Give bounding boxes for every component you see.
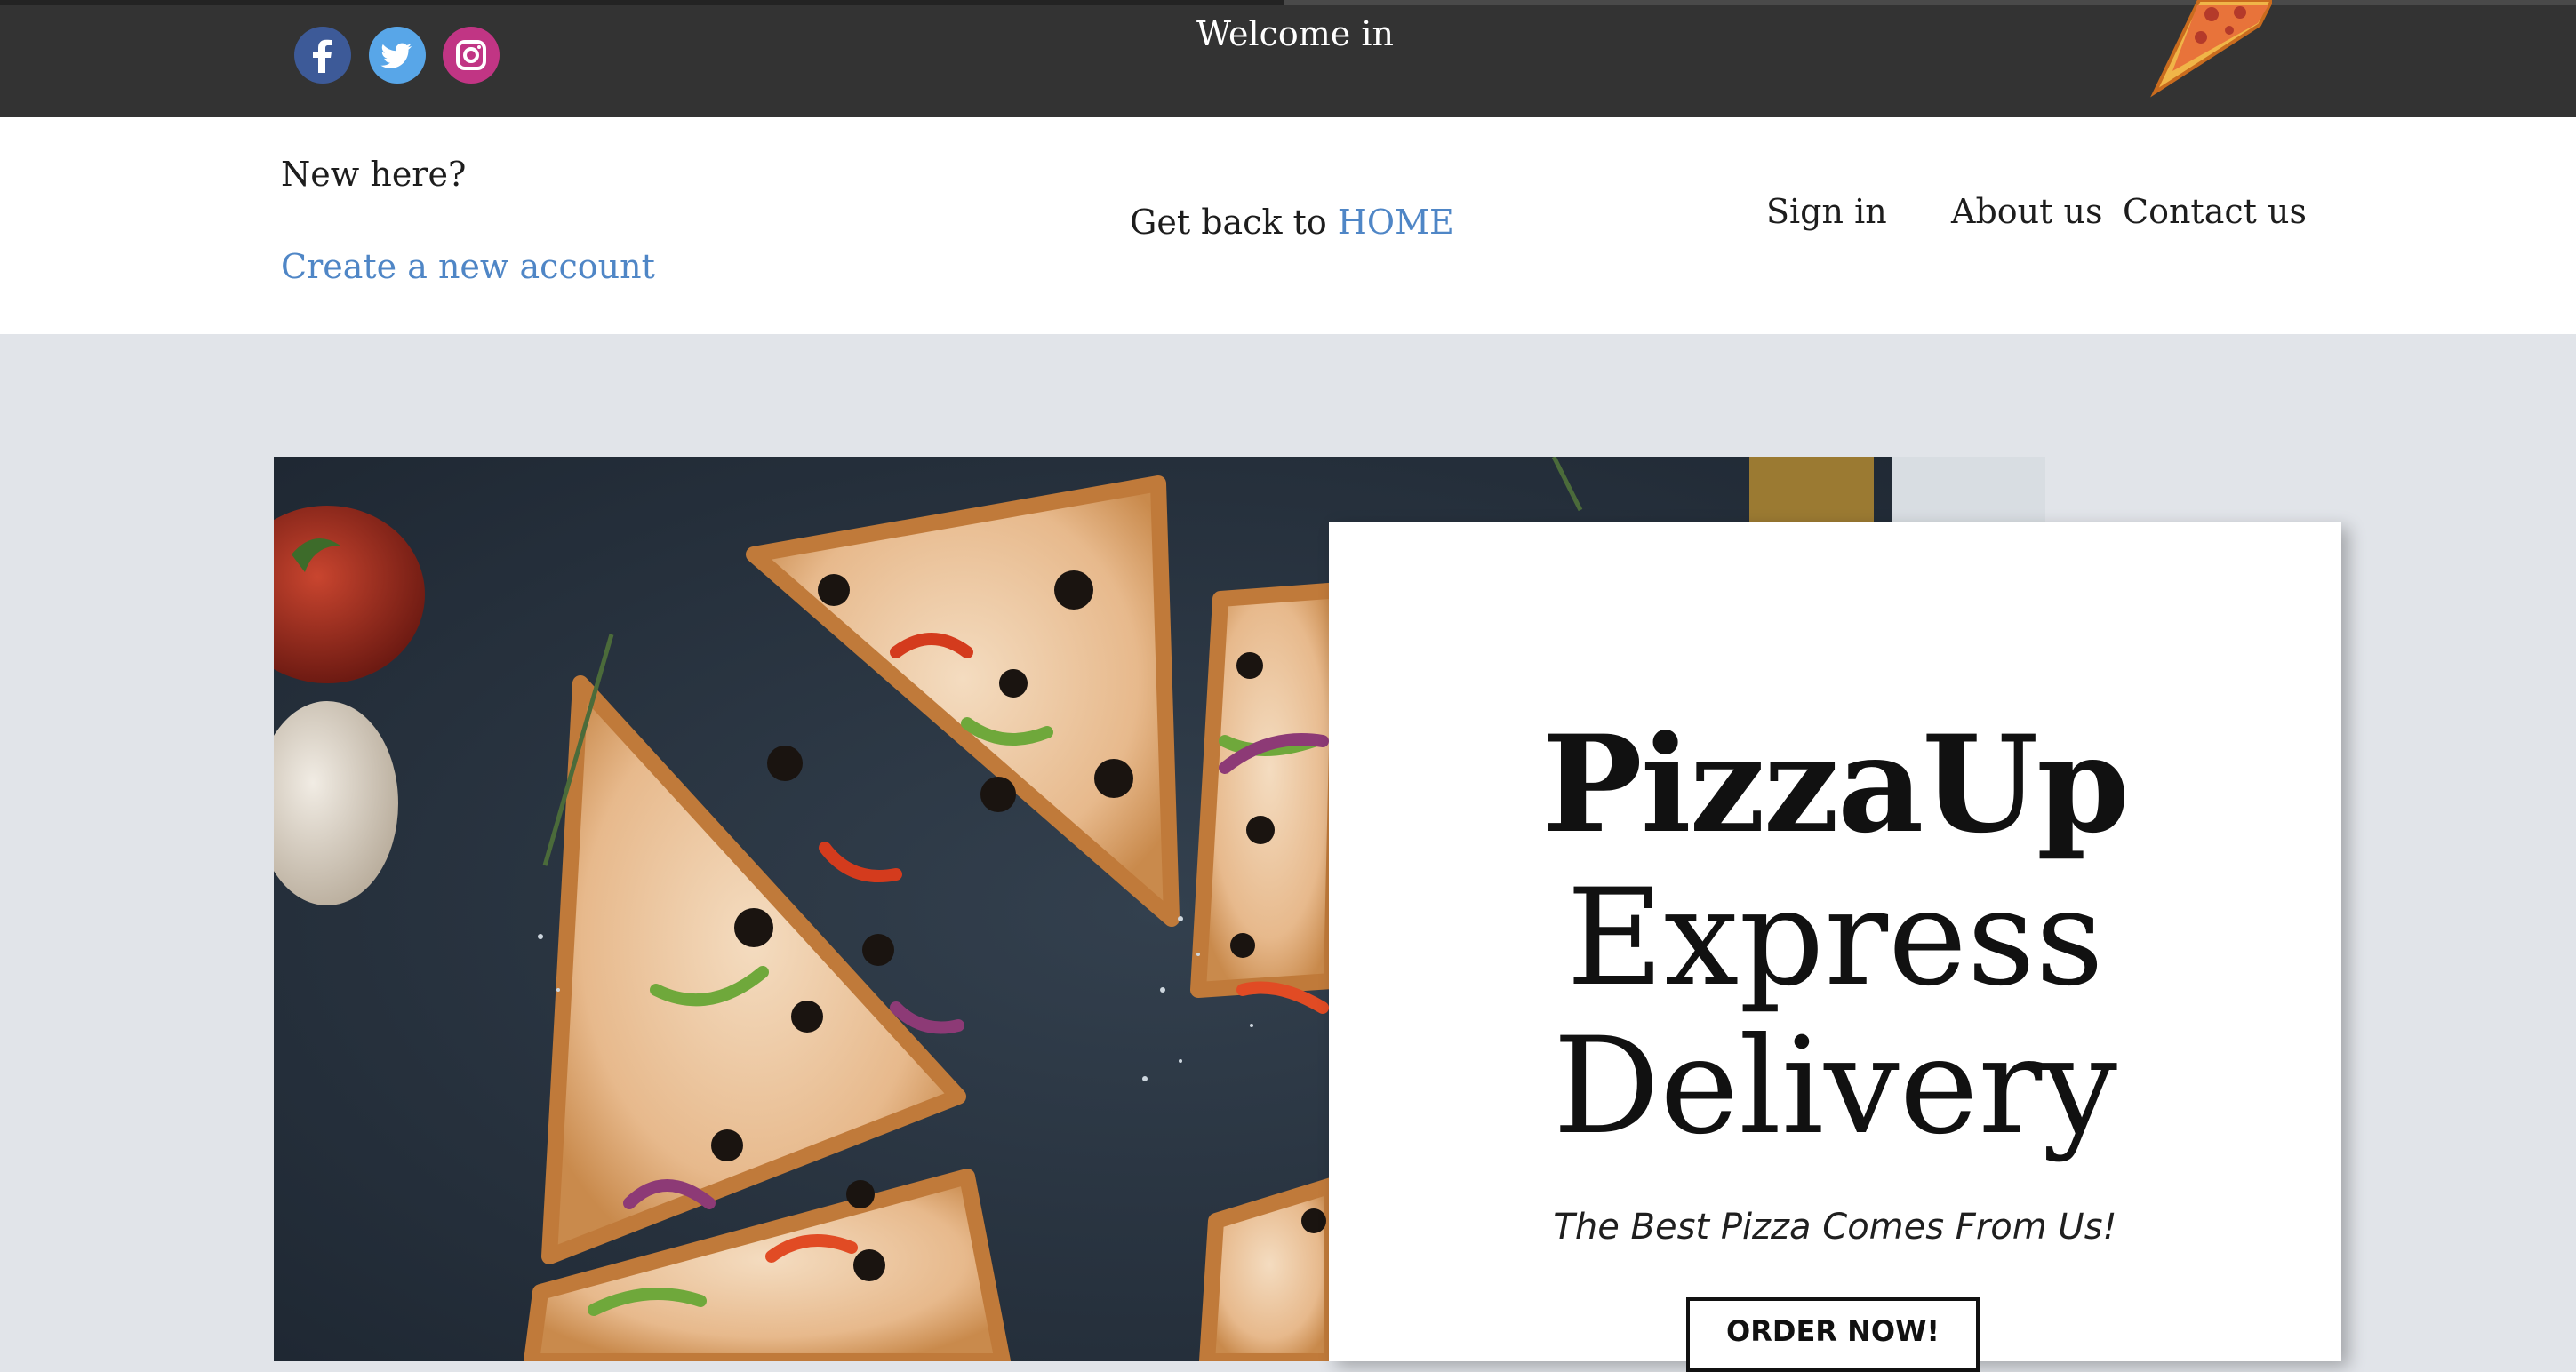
hero-card: PizzaUp Express Delivery The Best Pizza … — [1329, 522, 2341, 1372]
nav-bar: New here? Create a new account Get back … — [0, 117, 2576, 334]
welcome-text: Welcome in — [1196, 14, 1394, 53]
hero-title-line3: Delivery — [1553, 1009, 2117, 1164]
order-now-button[interactable]: ORDER NOW! — [1686, 1297, 1980, 1372]
top-strip-highlight — [1284, 0, 2576, 5]
facebook-icon[interactable] — [294, 27, 351, 84]
back-home: Get back to HOME — [1130, 203, 1454, 242]
contact-us-link[interactable]: Contact us — [2123, 192, 2307, 231]
new-here-label: New here? — [281, 155, 467, 194]
hero-title-line2: Express — [1566, 861, 2104, 1016]
hero-tagline: The Best Pizza Comes From Us! — [1553, 1207, 2117, 1248]
sign-in-link[interactable]: Sign in — [1766, 192, 1887, 231]
about-us-link[interactable]: About us — [1951, 192, 2102, 231]
back-home-prefix: Get back to — [1130, 203, 1338, 242]
hero-title-line1: PizzaUp — [1541, 706, 2130, 863]
pizza-slice-icon[interactable] — [2146, 0, 2272, 98]
create-account-link[interactable]: Create a new account — [281, 247, 655, 286]
top-bar: Welcome in — [0, 0, 2576, 117]
instagram-icon[interactable] — [443, 27, 500, 84]
home-link[interactable]: HOME — [1338, 203, 1454, 242]
twitter-icon[interactable] — [369, 27, 426, 84]
